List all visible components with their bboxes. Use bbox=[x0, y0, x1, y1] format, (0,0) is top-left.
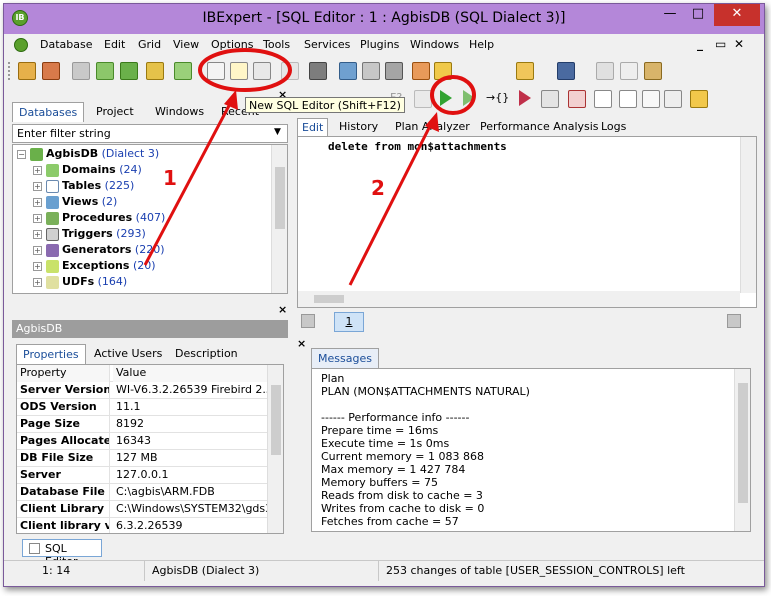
arrow-1-line bbox=[143, 99, 234, 266]
arrow-2-line bbox=[348, 121, 434, 286]
highlight-ellipse-1 bbox=[198, 48, 292, 92]
annotation-label-2: 2 bbox=[371, 176, 385, 200]
annotation-overlay bbox=[143, 48, 476, 286]
annotation-label-1: 1 bbox=[163, 166, 177, 190]
arrow-1-head bbox=[224, 90, 238, 110]
highlight-ellipse-2 bbox=[430, 75, 476, 115]
